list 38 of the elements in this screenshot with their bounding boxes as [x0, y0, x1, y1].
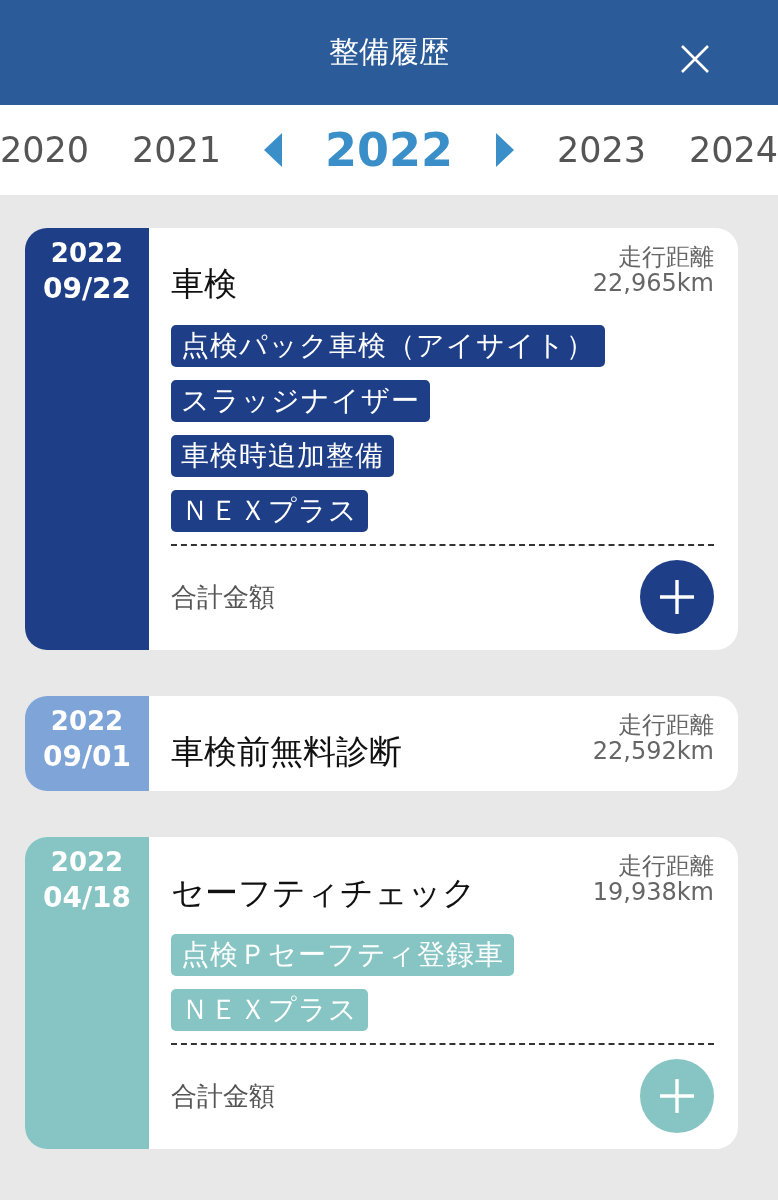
- service-tag: 点検Ｐセーフティ登録車: [171, 934, 514, 976]
- mileage-value: 22,592km: [592, 738, 714, 764]
- record-date: 09/22: [42, 272, 132, 305]
- service-tag: ＮＥＸプラス: [171, 490, 368, 532]
- plus-icon: [659, 1078, 695, 1114]
- service-tag: ＮＥＸプラス: [171, 989, 368, 1031]
- mileage-label: 走行距離: [618, 712, 714, 738]
- service-tag: スラッジナイザー: [171, 380, 430, 422]
- record-title: セーフティチェック: [171, 872, 476, 914]
- record-date: 04/18: [42, 881, 132, 914]
- service-tag: 点検パック車検（アイサイト）: [171, 325, 605, 367]
- previous-year-button[interactable]: [264, 133, 283, 167]
- year-tab[interactable]: 2024: [688, 130, 778, 170]
- year-tab[interactable]: 2022: [324, 123, 453, 177]
- total-label: 合計金額: [171, 1079, 275, 1113]
- mileage-value: 22,965km: [592, 270, 714, 296]
- year-tab[interactable]: 2023: [556, 130, 646, 170]
- page-title: 整備履歴: [329, 33, 449, 71]
- close-icon: [680, 44, 710, 74]
- record-year: 2022: [50, 847, 124, 877]
- record-card[interactable]: 2022 09/01 車検前無料診断 走行距離 22,592km: [25, 696, 738, 791]
- year-tab[interactable]: 2021: [132, 130, 222, 170]
- plus-icon: [659, 579, 695, 615]
- close-button[interactable]: [680, 44, 710, 74]
- record-title: 車検: [171, 263, 237, 305]
- record-card[interactable]: 2022 09/22 車検 走行距離 22,965km 点検パック車検（アイサイト） スラッジナイザー 車検時追加整備 ＮＥＸプラス 合計金額: [25, 228, 738, 650]
- next-year-button[interactable]: [495, 133, 514, 167]
- record-year: 2022: [50, 238, 124, 268]
- record-year: 2022: [50, 706, 124, 736]
- total-label: 合計金額: [171, 580, 275, 614]
- mileage-value: 19,938km: [592, 879, 714, 905]
- mileage-label: 走行距離: [618, 853, 714, 879]
- year-tab[interactable]: 2020: [0, 130, 90, 170]
- record-title: 車検前無料診断: [171, 731, 402, 773]
- service-tag: 車検時追加整備: [171, 435, 394, 477]
- record-card[interactable]: 2022 04/18 セーフティチェック 走行距離 19,938km 点検Ｐセーフティ登録車 ＮＥＸプラス 合計金額: [25, 837, 738, 1149]
- mileage-label: 走行距離: [618, 244, 714, 270]
- record-date: 09/01: [42, 740, 132, 773]
